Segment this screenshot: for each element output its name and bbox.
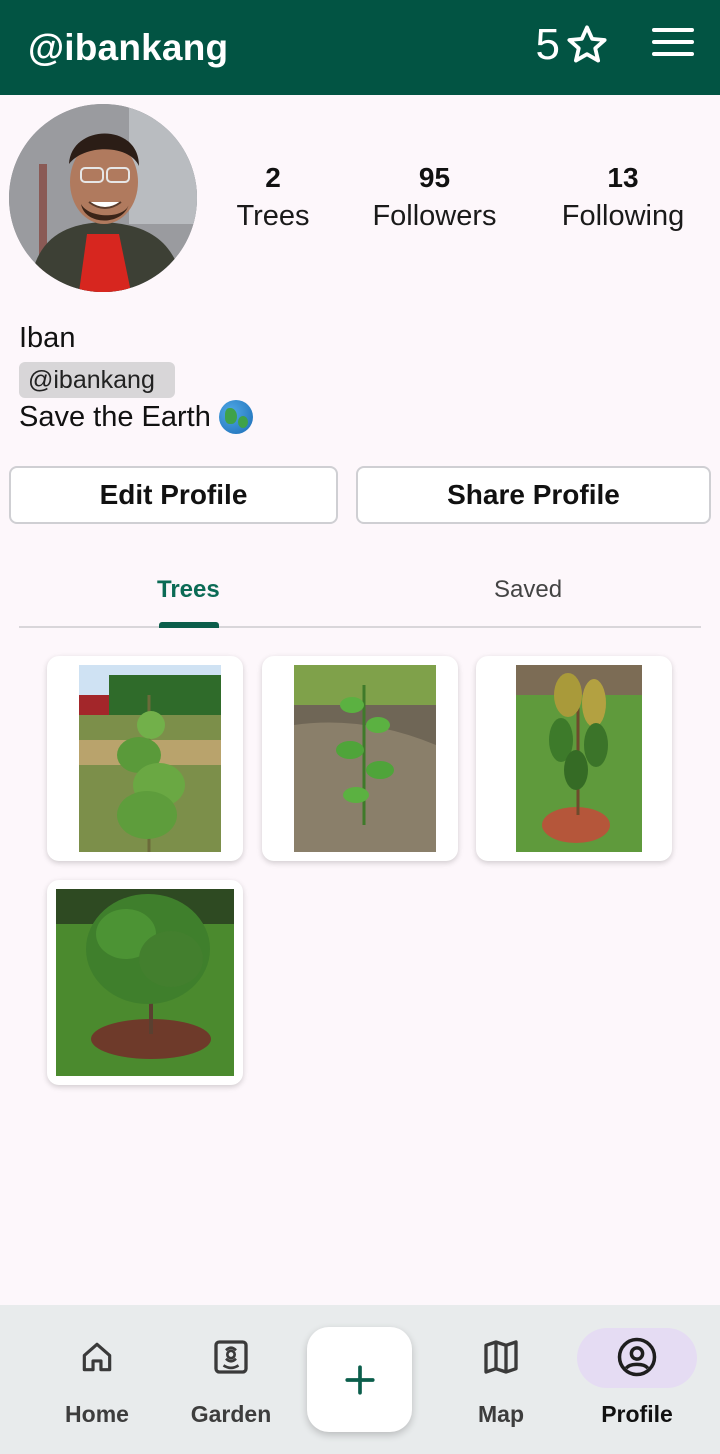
garden-icon — [214, 1340, 248, 1374]
nav-garden-label: Garden — [190, 1401, 272, 1427]
stat-following[interactable]: 13 Following — [552, 160, 694, 236]
hamburger-menu-icon[interactable] — [652, 28, 694, 58]
nav-profile-label: Profile — [601, 1401, 673, 1427]
tab-trees[interactable]: Trees — [157, 576, 220, 604]
star-icon — [567, 25, 607, 63]
nav-map-label: Map — [478, 1401, 524, 1427]
stat-following-value: 13 — [607, 162, 639, 193]
tree-photo — [79, 665, 221, 852]
tab-saved[interactable]: Saved — [494, 576, 562, 604]
tree-photo — [294, 665, 436, 852]
share-profile-button[interactable]: Share Profile — [356, 466, 711, 524]
tree-post-card[interactable] — [47, 656, 243, 861]
stat-following-label: Following — [561, 200, 685, 232]
profile-tabs: Trees Saved — [19, 560, 701, 628]
plus-icon — [344, 1364, 375, 1395]
bottom-navigation: Home Garden Map Profile — [0, 1305, 720, 1454]
tree-post-card[interactable] — [476, 656, 672, 861]
stat-followers-label: Followers — [372, 200, 497, 232]
nav-profile[interactable]: Profile — [577, 1333, 697, 1428]
profile-bio-text: Save the Earth — [19, 400, 211, 433]
nav-garden[interactable]: Garden — [171, 1333, 291, 1428]
nav-home[interactable]: Home — [37, 1333, 157, 1428]
tree-photo — [516, 665, 642, 852]
add-tree-button[interactable] — [307, 1327, 412, 1432]
tree-post-card[interactable] — [47, 880, 243, 1085]
tree-post-card[interactable] — [262, 656, 458, 861]
star-count[interactable]: 5 — [536, 20, 610, 70]
stat-trees-label: Trees — [236, 200, 310, 232]
stat-trees[interactable]: 2 Trees — [222, 160, 324, 236]
home-icon — [82, 1342, 112, 1372]
stat-trees-value: 2 — [265, 162, 281, 193]
profile-bio: Save the Earth — [19, 400, 253, 434]
stat-followers[interactable]: 95 Followers — [362, 160, 507, 236]
app-bar-username: @ibankang — [28, 26, 229, 68]
tab-indicator — [159, 622, 219, 628]
nav-home-label: Home — [65, 1401, 129, 1427]
profile-handle: @ibankang — [19, 362, 175, 398]
edit-profile-button[interactable]: Edit Profile — [9, 466, 338, 524]
avatar[interactable] — [9, 104, 197, 292]
tree-photo — [56, 889, 234, 1076]
star-count-value: 5 — [535, 20, 560, 69]
stat-followers-value: 95 — [418, 162, 451, 193]
map-icon — [484, 1340, 518, 1374]
profile-name: Iban — [19, 322, 76, 354]
nav-map[interactable]: Map — [441, 1333, 561, 1428]
app-bar: @ibankang 5 — [0, 0, 720, 95]
globe-icon — [218, 400, 253, 434]
account-circle-icon — [617, 1337, 657, 1377]
